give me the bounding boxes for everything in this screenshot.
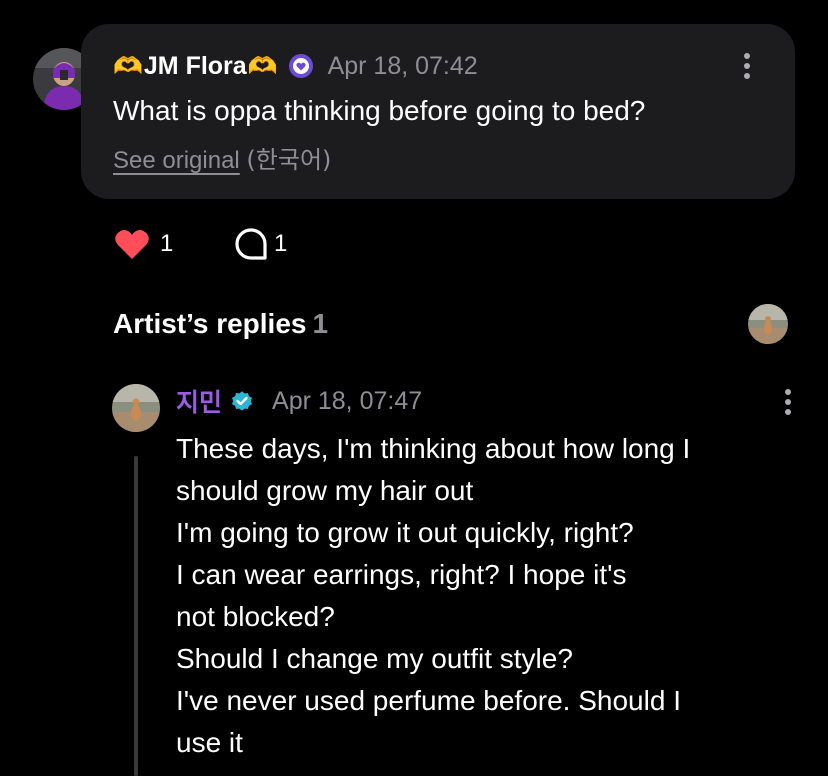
original-language-label: (한국어) [246,146,332,174]
reply-text-line: use it [176,727,243,758]
post-header: 🫶 JM Flora 🫶 Apr 18, 07:42 [113,50,478,82]
likes-count: 1 [160,230,174,257]
comments-count: 1 [274,230,288,257]
more-dot [744,63,750,69]
post-author-name[interactable]: JM Flora [144,52,247,81]
verified-check-icon [230,389,254,413]
reply-text-line: I'm going to grow it out quickly, right? [176,517,634,548]
thread-line [134,456,138,776]
heart-hands-emoji: 🫶 [247,52,278,80]
reply-author-name[interactable]: 지민 [176,383,222,419]
post-more-button[interactable] [742,51,752,81]
heart-hands-emoji: 🫶 [113,52,143,80]
artist-replies-label: Artist’s replies [113,308,307,339]
like-button[interactable]: 1 [114,226,173,262]
comment-button[interactable]: 1 [234,226,287,262]
reply-more-button[interactable] [783,387,793,417]
more-dot [785,399,791,405]
reply-text-line: These days, I'm thinking about how long … [176,433,691,464]
reply-text-line: not blocked? [176,601,335,632]
artist-replies-title: Artist’s replies 1 [113,306,328,342]
membership-heart-badge-icon [288,53,314,79]
avatar-photo [112,384,160,432]
reply-text-line: should grow my hair out [176,475,474,506]
comment-bubble-icon [234,227,268,261]
more-vertical-icon [785,389,791,395]
reply-header: 지민 Apr 18, 07:47 [176,384,422,418]
reply-text-line: I can wear earrings, right? I hope it's [176,559,627,590]
see-original-link[interactable]: See original [113,147,240,174]
reply-text-line: Should I change my outfit style? [176,643,573,674]
more-dot [744,73,750,79]
avatar-photo [748,304,788,344]
heart-icon [114,228,150,260]
post-timestamp: Apr 18, 07:42 [327,51,478,80]
artist-replies-count: 1 [312,308,329,339]
reply-timestamp: Apr 18, 07:47 [272,386,423,415]
more-vertical-icon [744,53,750,59]
reply-text-line: I've never used perfume before. Should I [176,685,681,716]
post-text: What is oppa thinking before going to be… [113,95,646,126]
see-original-row: See original (한국어) [113,144,331,177]
artist-replies-avatar[interactable] [748,304,788,344]
reply-text: These days, I'm thinking about how long … [176,428,766,764]
more-dot [785,409,791,415]
reply-author-avatar[interactable] [112,384,160,432]
